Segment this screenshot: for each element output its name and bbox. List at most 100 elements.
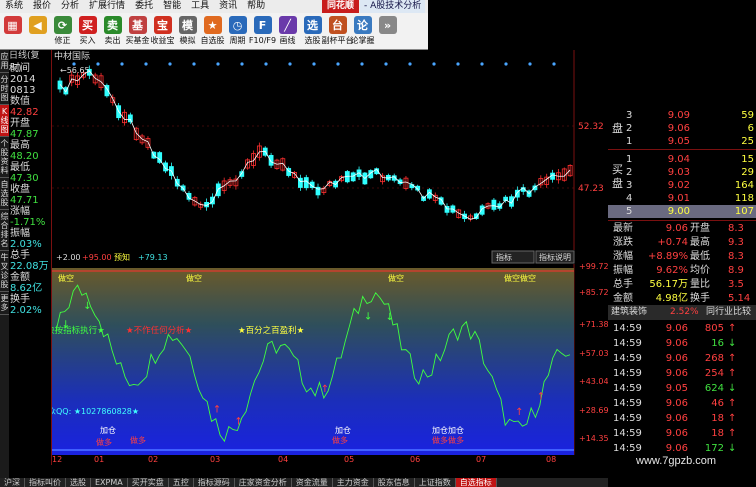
bottom-tab-9[interactable]: 主力资金 [333, 478, 374, 487]
period-label[interactable]: 日线(复权) [9, 50, 51, 74]
bottom-tab-0[interactable]: 沪深 [0, 478, 25, 487]
up-arrow-icon: ↑ [728, 428, 737, 439]
bottom-tab-11[interactable]: 上证指数 [415, 478, 456, 487]
sector-bar[interactable]: 建筑装饰 2.52% 同行业比较 [608, 305, 756, 320]
draw-line-icon: ╱ [278, 16, 297, 34]
indicator-help-tab-label[interactable]: 指标说明 [539, 252, 571, 262]
long-signal-label: 做多做多 [432, 435, 464, 445]
toolbar-button-6[interactable]: 宝收益宝 [150, 13, 175, 50]
indicator-axis-label: +14.35 [579, 434, 608, 443]
toolbar-button-10[interactable]: F F10/F9 [249, 13, 276, 50]
left-tab-0[interactable]: 应用 [0, 50, 9, 73]
toolbar-button-7[interactable]: 模模拟 [175, 13, 200, 50]
info-row: 金额 [10, 272, 30, 283]
trade-tick-row: 14:59 9.06 46 ↑ [608, 397, 756, 410]
up-arrow-icon: ↑ [728, 353, 737, 364]
candle-body [509, 196, 514, 207]
marker-dot [96, 62, 100, 66]
left-tab-7[interactable]: 更多 [0, 292, 9, 315]
bottom-tab-3[interactable]: EXPMA [91, 478, 128, 487]
tick-volume: 254 [704, 368, 724, 379]
long-signal-label: 做多 [96, 437, 112, 447]
toolbar-label: 论掌握 [350, 36, 375, 45]
stats-row: 振幅 9.62% 均价 8.9 [608, 264, 756, 277]
bottom-tab-1[interactable]: 指标叫价 [25, 478, 66, 487]
x-axis-label: 06 [410, 455, 420, 464]
toolbar-icon-button-15[interactable]: » [375, 13, 400, 50]
marker-dot [528, 62, 532, 66]
menu-item-4[interactable]: 委托 [130, 0, 158, 13]
candle-body [397, 179, 403, 185]
kline-chart[interactable]: 中材国际 52.32 47.23 ←56.65 +2.00 +95.00 预知 +79.13 指… [52, 50, 608, 465]
forum-icon: 论 [353, 16, 372, 34]
yield-icon: 宝 [153, 16, 172, 34]
menu-item-5[interactable]: 智能 [158, 0, 186, 13]
menu-item-0[interactable]: 系统 [0, 0, 28, 13]
sell-arrow-icon: ↓ [386, 312, 394, 323]
toolbar-button-14[interactable]: 论论掌握 [350, 13, 375, 50]
left-tab-3[interactable]: 个股资料 [0, 137, 9, 178]
stat-label: 涨跌 [613, 237, 633, 248]
toolbar-button-9[interactable]: ◷ 周期 [225, 13, 250, 50]
left-tab-4[interactable]: 自选股 [0, 178, 9, 210]
bid-level: 1 [626, 154, 633, 165]
toolbar-button-13[interactable]: 台副杯平台 [322, 13, 354, 50]
stat-label: 振幅 [613, 265, 633, 276]
bottom-tab-2[interactable]: 选股 [66, 478, 91, 487]
bid-level: 5 [626, 206, 633, 217]
left-tab-2[interactable]: K线图 [0, 105, 9, 137]
bid-price: 9.01 [667, 193, 690, 204]
ask-row: 2 9.06 6 [608, 122, 756, 135]
tick-price: 9.06 [665, 398, 688, 409]
bid-volume: 29 [741, 167, 754, 178]
down-arrow-icon: ↓ [728, 383, 737, 394]
candle-body [127, 114, 133, 123]
price-axis-label: 47.23 [578, 184, 604, 194]
bottom-tab-6[interactable]: 指标源码 [194, 478, 235, 487]
menu-item-1[interactable]: 报价 [28, 0, 56, 13]
bottom-tab-8[interactable]: 资金流量 [292, 478, 333, 487]
bid-level: 4 [626, 193, 633, 204]
sector-compare-link[interactable]: 同行业比较 [706, 305, 751, 320]
bottom-tab-5[interactable]: 五控 [169, 478, 194, 487]
indicator-tab-label[interactable]: 指标 [496, 252, 512, 262]
ask-side-label: 盘 [612, 122, 623, 135]
tick-time: 14:59 [613, 383, 642, 394]
toolbar-button-2[interactable]: ⟳ 修正 [50, 13, 75, 50]
x-axis-label: 07 [476, 455, 486, 464]
bottom-tab-4[interactable]: 买开实盘 [128, 478, 169, 487]
bid-row: 5 9.00 107 [608, 205, 756, 218]
bottom-tab-12[interactable]: 自选指标 [455, 478, 497, 487]
left-tab-6[interactable]: 牛叉诊股 [0, 251, 9, 292]
tick-volume: 172 [704, 443, 724, 454]
toolbar-button-5[interactable]: 基买基金 [125, 13, 150, 50]
toolbar-label: 模拟 [179, 36, 196, 45]
trade-tick-row: 14:59 9.06 16 ↓ [608, 337, 756, 350]
toolbar-label: 买入 [79, 36, 96, 45]
toolbar-icon-button-1[interactable]: ◀ [25, 13, 50, 50]
toolbar-button-4[interactable]: 卖卖出 [100, 13, 125, 50]
menu-item-6[interactable]: 工具 [186, 0, 214, 13]
toolbar-icon-button-0[interactable]: ▦ [0, 13, 25, 50]
ask-volume: 6 [747, 123, 754, 134]
annotation-text: ★百分之百盈利★ [238, 325, 305, 336]
left-tab-1[interactable]: 分时图 [0, 73, 9, 105]
menu-item-7[interactable]: 资讯 [214, 0, 242, 13]
menu-item-8[interactable]: 帮助 [242, 0, 270, 13]
bottom-tab-7[interactable]: 庄家资金分析 [235, 478, 292, 487]
stat-value-2: 8.3 [728, 251, 744, 262]
toolbar-button-11[interactable]: ╱ 画线 [275, 13, 300, 50]
menu-item-3[interactable]: 扩展行情 [84, 0, 130, 13]
menu-item-2[interactable]: 分析 [56, 0, 84, 13]
left-tab-5[interactable]: 综合排名 [0, 210, 9, 251]
trade-tick-row: 14:59 9.05 624 ↓ [608, 382, 756, 395]
stat-value-2: 5.14 [728, 293, 751, 304]
ask-row: 3 9.09 59 [608, 109, 756, 122]
bottom-tab-10[interactable]: 股东信息 [374, 478, 415, 487]
toolbar-button-3[interactable]: 买买入 [75, 13, 100, 50]
more-icon: » [378, 16, 397, 34]
toolbar-label: 选股 [304, 36, 321, 45]
x-axis-label: 04 [278, 455, 288, 464]
toolbar-button-8[interactable]: ★ 自选股 [200, 13, 225, 50]
x-axis-label: 02 [148, 455, 158, 464]
